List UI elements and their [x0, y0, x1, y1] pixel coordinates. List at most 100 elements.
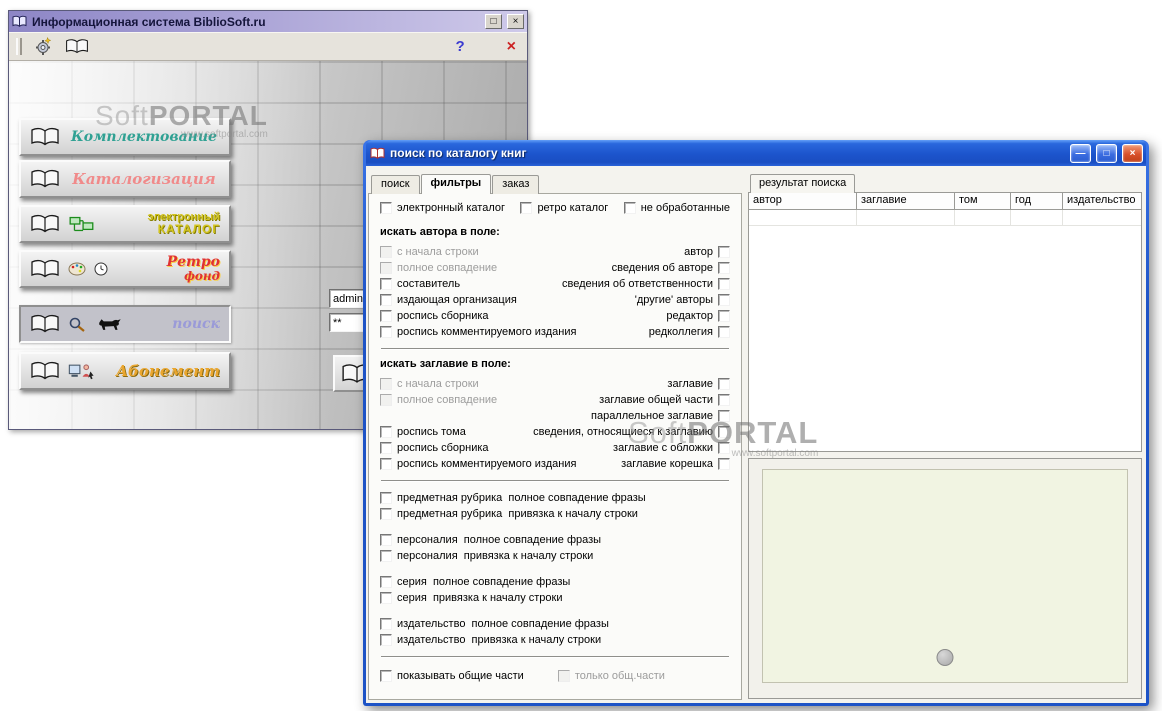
tab-search-results[interactable]: результат поиска	[750, 174, 856, 193]
column-header[interactable]: заглавие	[857, 193, 955, 209]
checkbox[interactable]	[380, 278, 392, 290]
tab[interactable]: заказ	[492, 175, 540, 194]
sidebar-button-retro-fund[interactable]: Ретро фонд	[19, 250, 231, 288]
checkbox[interactable]	[380, 378, 392, 390]
maximize-button[interactable]: □	[485, 14, 502, 29]
column-header[interactable]: том	[955, 193, 1011, 209]
checkbox[interactable]	[718, 458, 730, 470]
checkbox[interactable]	[718, 294, 730, 306]
sidebar-label: Абонемент	[115, 362, 220, 380]
checkbox-label: роспись комментируемого издания	[397, 326, 577, 338]
checkbox-label: роспись сборника	[397, 310, 489, 322]
checkbox[interactable]	[718, 394, 730, 406]
sidebar-button-abonement[interactable]: Абонемент	[19, 352, 231, 390]
tab[interactable]: поиск	[371, 175, 420, 194]
help-icon[interactable]: ?	[455, 38, 464, 55]
checkbox-label: издающая организация	[397, 294, 517, 306]
close-button[interactable]: ×	[507, 14, 524, 29]
checkbox-label: с начала строки	[397, 378, 479, 390]
checkbox[interactable]	[718, 442, 730, 454]
checkbox[interactable]	[380, 576, 392, 588]
maximize-button[interactable]: □	[1096, 143, 1117, 163]
checkbox[interactable]	[718, 410, 730, 422]
checkbox[interactable]	[380, 458, 392, 470]
minimize-button[interactable]: —	[1070, 143, 1091, 163]
checkbox[interactable]	[557, 670, 570, 682]
checkbox[interactable]	[718, 378, 730, 390]
filter-row: серия привязка к началу строки	[380, 590, 730, 606]
settings-icon[interactable]	[34, 37, 53, 56]
separator	[381, 480, 729, 482]
toolbar-grip[interactable]	[16, 38, 22, 55]
checkbox-label: полное совпадение	[397, 262, 498, 274]
detail-pane	[748, 458, 1142, 699]
column-header[interactable]: издательство	[1063, 193, 1141, 209]
exit-icon[interactable]: ×	[507, 38, 516, 56]
checkbox[interactable]	[380, 492, 392, 504]
checkbox[interactable]	[380, 310, 392, 322]
checkbox[interactable]	[380, 508, 392, 520]
column-header[interactable]: год	[1011, 193, 1063, 209]
checkbox-label: заглавие	[667, 378, 713, 390]
checkbox[interactable]	[380, 202, 392, 214]
checkbox[interactable]	[380, 442, 392, 454]
checkbox[interactable]	[380, 534, 392, 546]
filters-panel: электронный каталог ретро каталог не обр…	[368, 193, 742, 700]
record-indicator-button[interactable]	[936, 649, 954, 666]
sidebar-button-search[interactable]: поиск	[19, 305, 231, 343]
catalog-book-icon[interactable]	[65, 38, 89, 55]
filter-row: параллельное заглавие	[380, 408, 730, 424]
palette-icon	[68, 262, 86, 276]
checkbox-label: роспись сборника	[397, 442, 489, 454]
checkbox[interactable]	[718, 246, 730, 258]
checkbox[interactable]	[718, 426, 730, 438]
checkbox[interactable]	[380, 246, 392, 258]
sidebar-label: электронный КАТАЛОГ	[147, 210, 220, 237]
checkbox[interactable]	[380, 294, 392, 306]
checkbox[interactable]	[718, 326, 730, 338]
filter-row: роспись сборника заглавие с обложки	[380, 440, 730, 456]
checkbox-label: персоналия привязка к началу строки	[397, 550, 594, 562]
filter-row: роспись тома сведения, относящиеся к заг…	[380, 424, 730, 440]
checkbox-label: показывать общие части	[397, 670, 524, 682]
sidebar-button-komplektovanie[interactable]: Комплектование	[19, 118, 231, 156]
checkbox-label: параллельное заглавие	[591, 410, 713, 422]
checkbox[interactable]	[380, 670, 392, 682]
checkbox-label: с начала строки	[397, 246, 479, 258]
checkbox[interactable]	[380, 550, 392, 562]
checkbox[interactable]	[380, 326, 392, 338]
checkbox-label: серия привязка к началу строки	[397, 592, 563, 604]
checkbox[interactable]	[520, 202, 533, 214]
checkbox[interactable]	[380, 618, 392, 630]
tab[interactable]: фильтры	[420, 174, 492, 194]
sidebar-button-electronic-catalog[interactable]: электронный КАТАЛОГ	[19, 205, 231, 243]
checkbox-label: не обработанные	[640, 202, 730, 214]
filter-row: с начала строки заглавие	[380, 376, 730, 392]
dialog-book-icon	[370, 147, 385, 159]
checkbox-label: редколлегия	[648, 326, 713, 338]
close-button[interactable]: ×	[1122, 143, 1143, 163]
common-parts-checks: показывать общие части только общ.части	[380, 670, 730, 682]
checkbox[interactable]	[380, 394, 392, 406]
checkbox[interactable]	[718, 262, 730, 274]
separator	[381, 656, 729, 658]
checkbox-label: серия полное совпадение фразы	[397, 576, 571, 588]
checkbox[interactable]	[380, 592, 392, 604]
magnifier-icon	[69, 317, 85, 332]
column-header[interactable]: автор	[749, 193, 857, 209]
checkbox-label: заглавие корешка	[621, 458, 713, 470]
separator	[381, 348, 729, 350]
checkbox[interactable]	[380, 426, 392, 438]
filter-row: персоналия полное совпадение фразы	[380, 532, 730, 548]
checkbox[interactable]	[718, 278, 730, 290]
dialog-content: поиск фильтры заказ электронный каталог	[366, 166, 1146, 703]
dog-icon	[99, 318, 121, 330]
sidebar-button-katalogizaciya[interactable]: Каталогизация	[19, 160, 231, 198]
checkbox-label: издательство полное совпадение фразы	[397, 618, 609, 630]
checkbox[interactable]	[718, 310, 730, 322]
checkbox[interactable]	[380, 262, 392, 274]
clock-icon	[94, 262, 108, 276]
checkbox[interactable]	[380, 634, 392, 646]
checkbox[interactable]	[623, 202, 636, 214]
checkbox-label: персоналия полное совпадение фразы	[397, 534, 602, 546]
